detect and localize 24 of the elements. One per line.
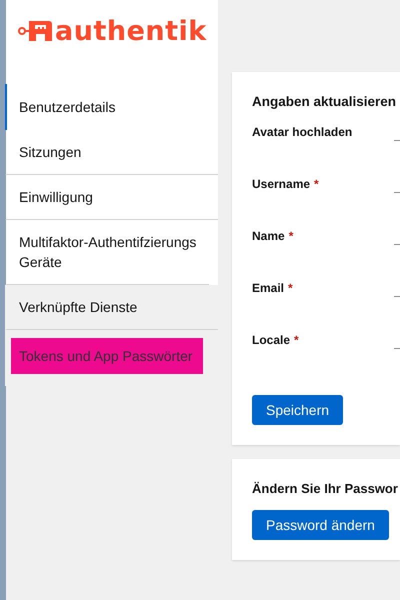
sidebar-item-label: Verknüpfte Dienste [19,298,138,317]
sidebar-item-label: Multifaktor-Authentifzierungs Geräte [19,233,198,272]
sidebar-item-label: Benutzerdetails [19,98,116,117]
field-label: Username * [252,177,319,193]
sidebar-item[interactable]: Benutzerdetails [5,84,218,130]
highlight-mark: Tokens und App Passwörter [11,338,203,374]
card-title: Ändern Sie Ihr Passwor [252,481,399,496]
required-mark: * [288,281,293,295]
sidebar-item-label: Sitzungen [19,143,82,162]
change-password-button[interactable]: Password ändern [252,510,389,540]
field-label: Email * [252,281,293,297]
required-mark: * [294,333,299,347]
save-button[interactable]: Speichern [252,395,344,425]
sidebar-item-label: Einwilligung [19,188,93,207]
logo-text: authentik [55,18,207,44]
field-label: Locale * [252,333,299,349]
sidebar-item[interactable]: Einwilligung [5,175,218,220]
sidebar-item[interactable]: Verknüpfte Dienste [5,285,218,330]
required-mark: * [288,229,294,243]
field-label: Name * [252,229,294,245]
required-mark: * [314,177,319,191]
field-label: Avatar hochladen [252,125,352,141]
sidebar-item[interactable]: Sitzungen [5,130,218,175]
card-title: Angaben aktualisieren [252,94,398,109]
